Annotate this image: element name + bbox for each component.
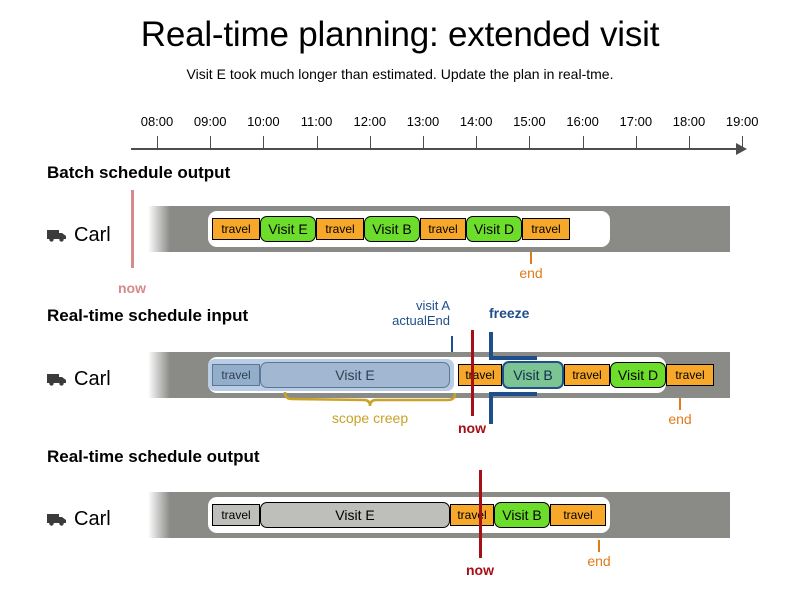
axis-tick [635,136,637,148]
schedule-band: travel Visit Etravel Visit Btravel Visit Dt… [148,206,730,252]
axis-tick-label: 18:00 [672,114,706,129]
section-heading-1: Batch schedule output [47,163,231,182]
vehicle-label: Carl [47,506,111,532]
visit-block[interactable]: Visit B [364,216,420,242]
vehicle-name: Carl [74,507,111,530]
section-heading-2: Real-time schedule input [47,306,249,325]
travel-block[interactable]: travel [316,218,364,240]
visit-a-actual-end-tick [451,336,453,352]
travel-block[interactable]: travel [550,504,606,526]
travel-block[interactable]: travel [212,218,260,240]
axis-tick-label: 17:00 [619,114,653,129]
end-tick [530,252,532,264]
schedule-band: travel Visit Etravel Visit Btravel [148,492,730,538]
schedule-sequence: travel Visit Etravel Visit Btravel Visit Dt… [212,216,794,242]
axis-tick-label: 12:00 [353,114,387,129]
vehicle-name: Carl [74,367,111,390]
time-axis: 08:00 09:00 10:00 11:00 12:00 13:00 14:00 15:00… [0,108,800,156]
end-label: end [587,553,611,569]
page-subtitle: Visit E took much longer than estimated.… [186,66,614,82]
axis-tick [369,136,371,148]
axis-line [131,148,743,150]
freeze-label: freeze [489,305,530,321]
travel-block[interactable]: travel [212,504,260,526]
visit-block[interactable]: Visit E [260,216,316,242]
travel-block[interactable]: travel [212,364,260,386]
now-line [471,330,474,416]
axis-tick [529,136,531,148]
truck-icon [47,512,67,526]
schedule-sequence: travel Visit Etravel Visit Btravel [212,502,794,528]
visit-block[interactable]: Visit D [466,216,522,242]
vehicle-label: Carl [47,366,111,392]
end-label: end [519,265,543,281]
visit-a-actual-end-label: visit AactualEnd [330,298,450,328]
now-label: now [118,280,146,296]
travel-block[interactable]: travel [458,364,502,386]
axis-tick [689,136,690,148]
travel-block[interactable]: travel [666,364,714,386]
truck-icon [47,372,67,386]
truck-icon [47,228,67,242]
now-line [131,190,134,268]
travel-block[interactable]: travel [564,364,610,386]
axis-tick [316,136,318,148]
visit-block[interactable]: Visit B [494,502,550,528]
axis-tick [423,136,424,148]
travel-block[interactable]: travel [420,218,466,240]
visit-a-label-line1: visit A [416,298,450,313]
scope-creep-label: scope creep [331,410,409,426]
schedule-band: travel Visit Etravel Visit Btravel Visit Dt… [148,352,730,398]
vehicle-label: Carl [47,222,111,248]
schedule-sequence: travel Visit Etravel Visit Btravel Visit Dt… [212,361,794,389]
axis-tick-label: 16:00 [566,114,599,129]
axis-tick-label: 10:00 [247,114,280,129]
axis-tick-label: 08:00 [140,114,174,129]
axis-tick [582,136,584,148]
visit-block[interactable]: Visit E [260,502,450,528]
axis-tick-label: 14:00 [459,114,493,129]
section-heading-3: Real-time schedule output [47,447,260,466]
visit-block[interactable]: Visit E [260,362,450,388]
travel-block[interactable]: travel [522,218,570,240]
vehicle-name: Carl [74,223,111,246]
axis-tick [263,136,265,148]
now-label: now [466,562,494,578]
now-line [479,470,482,558]
end-label: end [668,411,692,427]
axis-tick-label: 13:00 [406,114,440,129]
axis-tick-label: 19:00 [725,114,759,129]
axis-tick [157,136,158,148]
visit-block[interactable]: Visit B [502,361,564,389]
visit-a-label-line2: actualEnd [392,313,450,328]
axis-tick [742,136,744,148]
end-tick [679,398,681,410]
visit-block[interactable]: Visit D [610,362,666,388]
axis-tick [476,136,478,148]
page-title: Real-time planning: extended visit [140,15,660,54]
end-tick [598,540,600,552]
axis-tick [210,136,212,148]
axis-tick-label: 15:00 [513,114,546,129]
travel-block[interactable]: travel [450,504,494,526]
axis-tick-label: 11:00 [300,114,333,129]
axis-tick-label: 09:00 [193,114,227,129]
